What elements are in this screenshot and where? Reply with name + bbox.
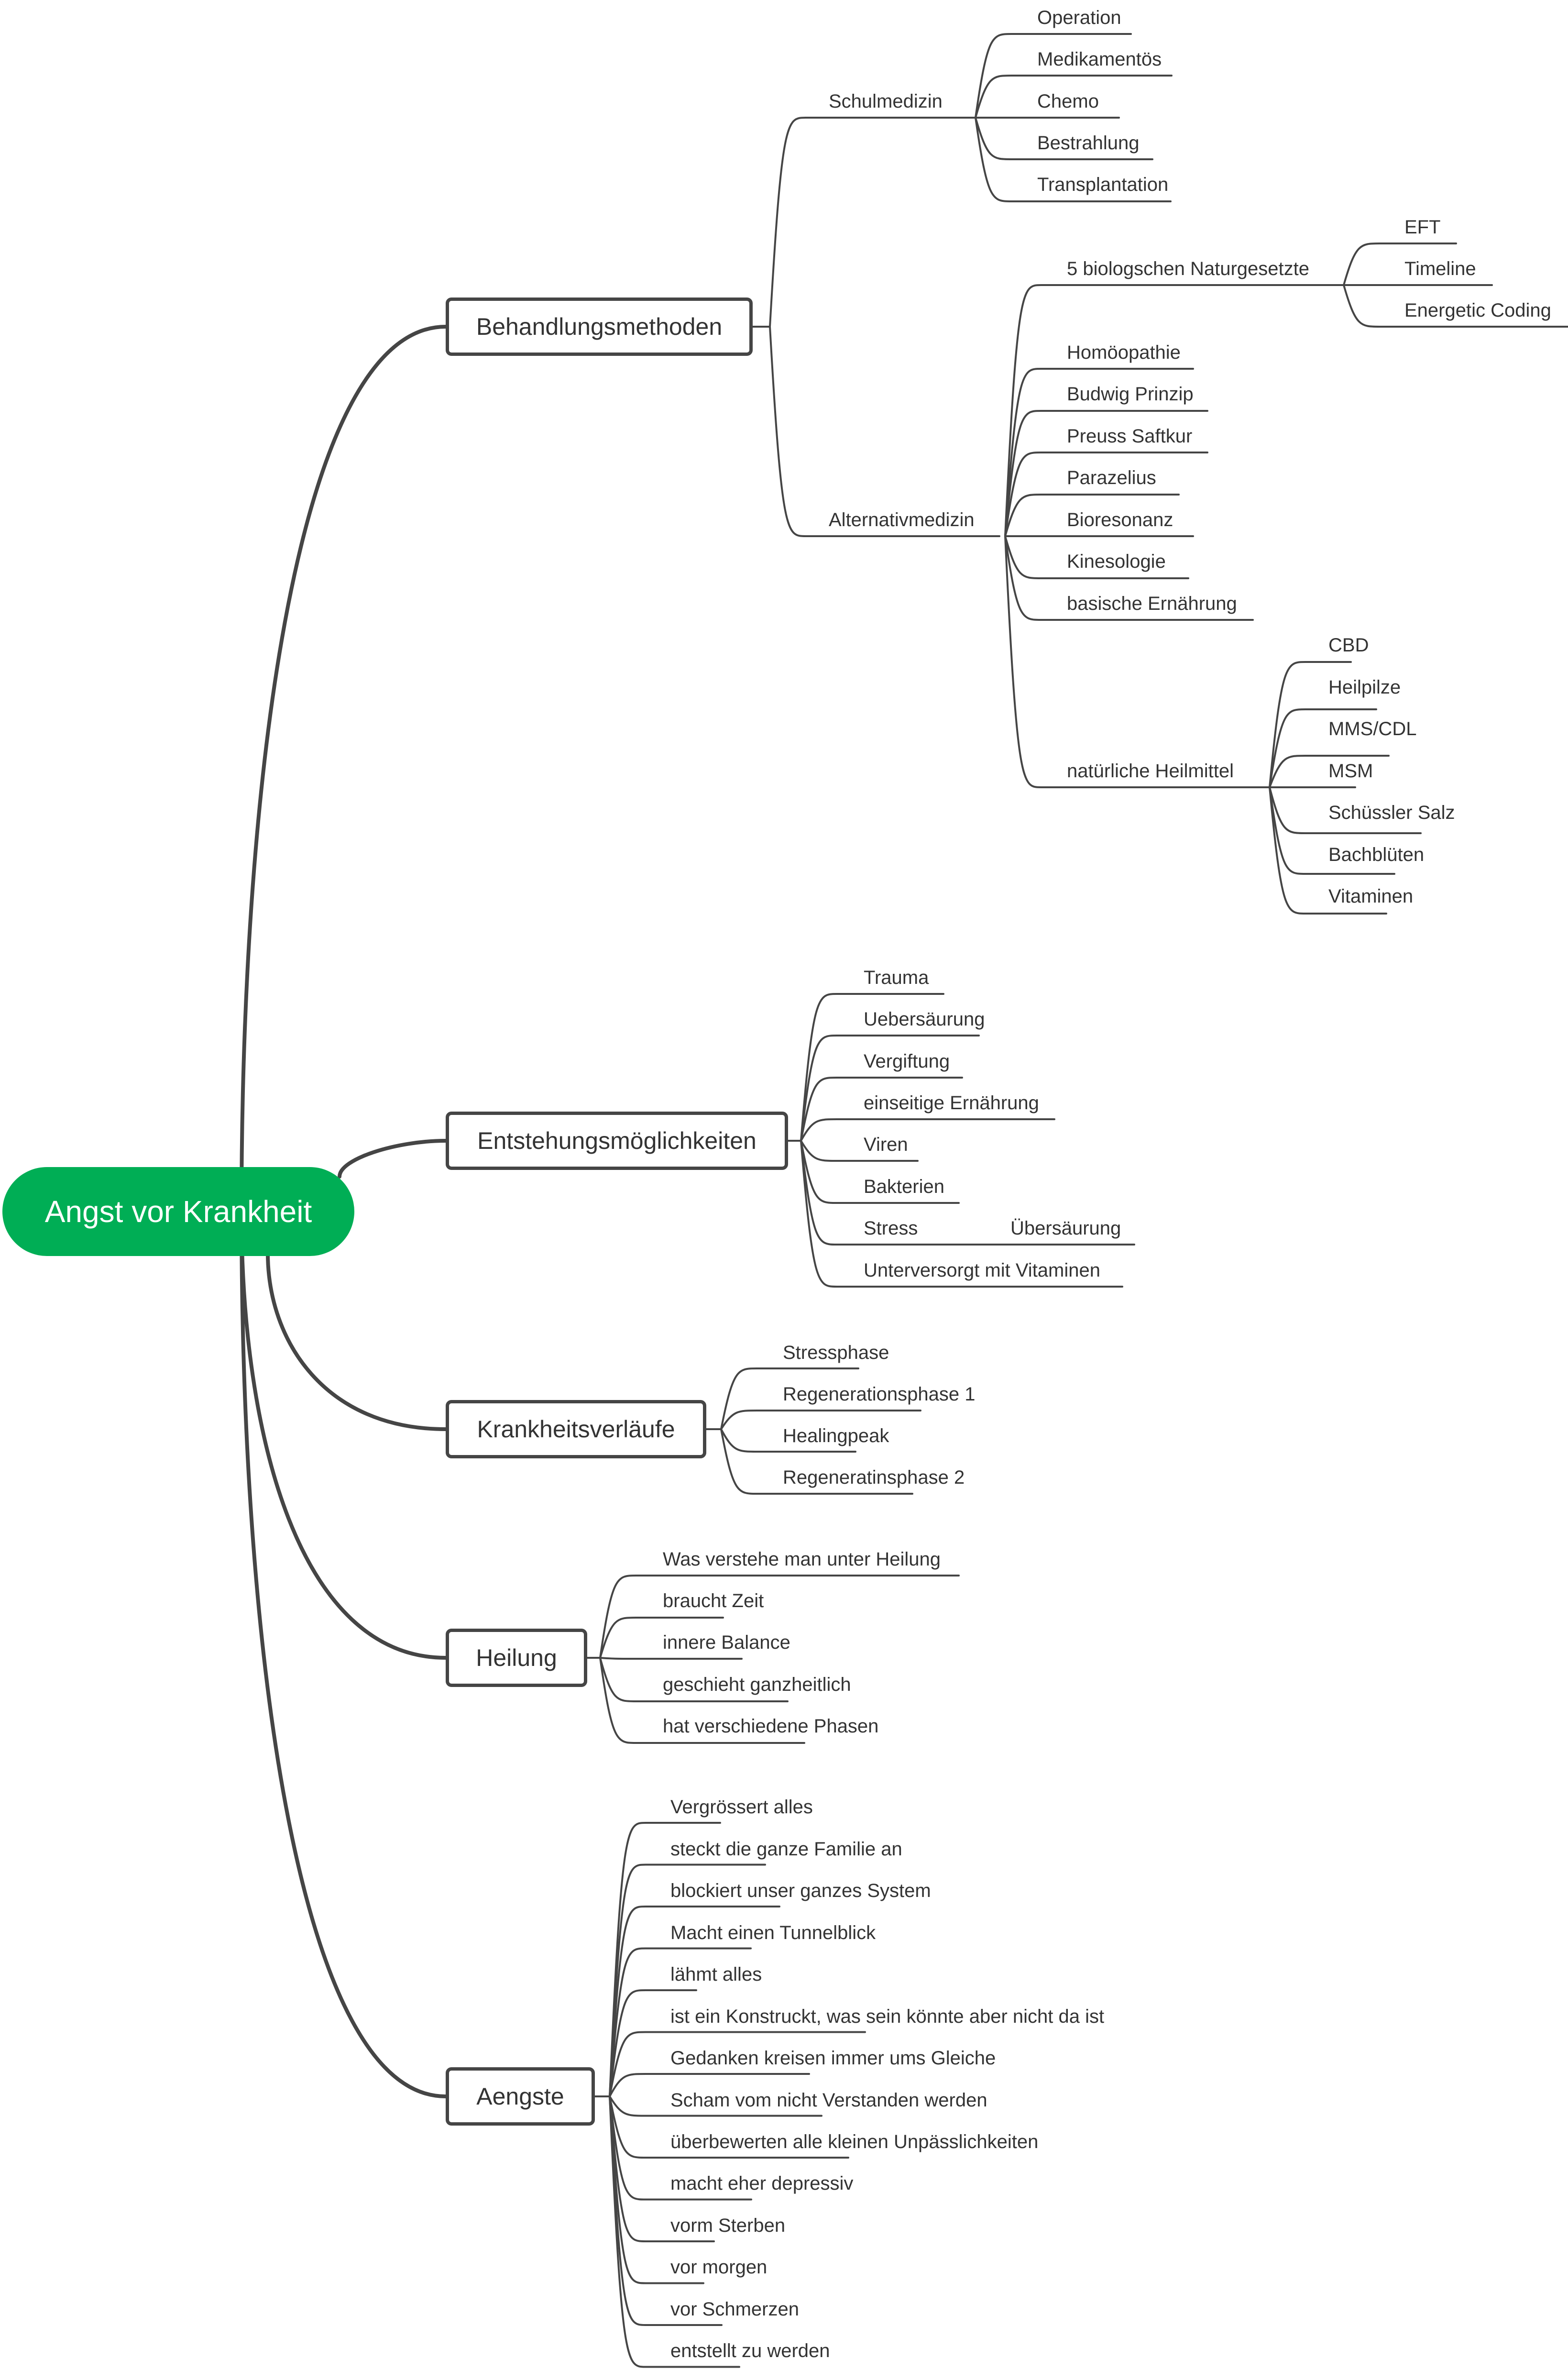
- leaf-vitaminen[interactable]: Vitaminen: [1328, 887, 1413, 906]
- leaf-aengste-5[interactable]: lähmt alles: [670, 1965, 762, 1984]
- leaf-bakterien[interactable]: Bakterien: [864, 1177, 944, 1196]
- link-entstehung-3: [800, 1118, 1055, 1142]
- leaf-eft[interactable]: EFT: [1404, 218, 1441, 237]
- topic-label: Behandlungsmethoden: [476, 313, 723, 340]
- root-topic[interactable]: Angst vor Krankheit: [2, 1167, 354, 1256]
- leaf-preuss-saftkur[interactable]: Preuss Saftkur: [1067, 427, 1192, 446]
- leaf-aengste-11[interactable]: vorm Sterben: [670, 2216, 785, 2235]
- leaf-aengste-2[interactable]: steckt die ganze Familie an: [670, 1840, 902, 1859]
- leaf-chemo[interactable]: Chemo: [1037, 92, 1099, 111]
- leaf-mms-cdl[interactable]: MMS/CDL: [1328, 719, 1416, 739]
- leaf-basische-ernaehrung[interactable]: basische Ernährung: [1067, 594, 1237, 613]
- leaf-msm[interactable]: MSM: [1328, 761, 1373, 781]
- leaf-parazelius[interactable]: Parazelius: [1067, 468, 1156, 487]
- leaf-uebersaeurung[interactable]: Uebersäurung: [864, 1010, 985, 1029]
- topic-label: Entstehungsmöglichkeiten: [477, 1127, 757, 1154]
- link-alternativ-8: [1004, 535, 1271, 788]
- link-root-heilung: [240, 1210, 448, 1660]
- leaf-energetic-coding[interactable]: Energetic Coding: [1404, 301, 1551, 320]
- leaf-innere-balance[interactable]: innere Balance: [663, 1633, 790, 1652]
- leaf-timeline[interactable]: Timeline: [1404, 259, 1476, 278]
- topic-krankheitsverlaeufe[interactable]: Krankheitsverläufe: [446, 1400, 706, 1458]
- leaf-aengste-1[interactable]: Vergrössert alles: [670, 1797, 813, 1817]
- leaf-operation[interactable]: Operation: [1037, 8, 1121, 27]
- topic-entstehungsmoeglichkeiten[interactable]: Entstehungsmöglichkeiten: [446, 1112, 788, 1170]
- mind-map-canvas: Angst vor Krankheit Behandlungsmethoden …: [0, 0, 1568, 2370]
- leaf-kinesologie[interactable]: Kinesologie: [1067, 552, 1166, 571]
- leaf-stress[interactable]: Stress: [864, 1219, 918, 1238]
- subtopic-alternativmedizin[interactable]: Alternativmedizin: [829, 510, 975, 529]
- link-aengste-12: [609, 2095, 723, 2326]
- topic-behandlungsmethoden[interactable]: Behandlungsmethoden: [446, 298, 753, 356]
- topic-heilung[interactable]: Heilung: [446, 1629, 587, 1687]
- link-root-entstehung: [338, 1139, 448, 1179]
- leaf-aengste-10[interactable]: macht eher depressiv: [670, 2174, 853, 2193]
- leaf-bestrahlung[interactable]: Bestrahlung: [1037, 133, 1139, 153]
- leaf-homoeopathie[interactable]: Homöopathie: [1067, 343, 1181, 362]
- leaf-regenerationsphase-2[interactable]: Regeneratinsphase 2: [783, 1468, 965, 1487]
- leaf-was-verstehe-man[interactable]: Was verstehe man unter Heilung: [663, 1550, 941, 1569]
- leaf-medikamentoes[interactable]: Medikamentös: [1037, 50, 1162, 69]
- topic-label: Aengste: [476, 2083, 564, 2110]
- subtopic-natuerliche-heilmittel[interactable]: natürliche Heilmittel: [1067, 761, 1234, 781]
- link-behandlung-0: [769, 117, 972, 328]
- leaf-braucht-zeit[interactable]: braucht Zeit: [663, 1591, 764, 1610]
- leaf-aengste-9[interactable]: überbewerten alle kleinen Unpässlichkeit…: [670, 2132, 1038, 2151]
- leaf-geschieht-ganzheitlich[interactable]: geschieht ganzheitlich: [663, 1675, 851, 1694]
- leaf-aengste-12[interactable]: vor morgen: [670, 2258, 767, 2277]
- leaf-healingpeak[interactable]: Healingpeak: [783, 1426, 889, 1445]
- leaf-vergiftung[interactable]: Vergiftung: [864, 1052, 950, 1071]
- leaf-verschiedene-phasen[interactable]: hat verschiedene Phasen: [663, 1717, 878, 1736]
- leaf-einseitige-ernaehrung[interactable]: einseitige Ernährung: [864, 1093, 1039, 1113]
- subtopic-5-biologischen-naturgesetze[interactable]: 5 biologschen Naturgesetzte: [1067, 259, 1309, 278]
- leaf-bioresonanz[interactable]: Bioresonanz: [1067, 510, 1173, 529]
- leaf-transplantation[interactable]: Transplantation: [1037, 175, 1168, 194]
- leaf-aengste-3[interactable]: blockiert unser ganzes System: [670, 1881, 931, 1900]
- leaf-schuessler-salz[interactable]: Schüssler Salz: [1328, 803, 1455, 822]
- leaf-unterversorgt-vitaminen[interactable]: Unterversorgt mit Vitaminen: [864, 1261, 1100, 1280]
- leaf-heilpilze[interactable]: Heilpilze: [1328, 678, 1401, 697]
- leaf-regenerationsphase-1[interactable]: Regenerationsphase 1: [783, 1385, 976, 1404]
- topic-label: Heilung: [476, 1644, 557, 1671]
- link-behandlung-1: [769, 326, 1000, 537]
- topic-label: Krankheitsverläufe: [477, 1416, 675, 1443]
- subtopic-schulmedizin[interactable]: Schulmedizin: [829, 92, 943, 111]
- leaf-bachblueten[interactable]: Bachblüten: [1328, 845, 1424, 864]
- leaf-trauma[interactable]: Trauma: [864, 968, 929, 987]
- leaf-cbd[interactable]: CBD: [1328, 636, 1369, 655]
- leaf-aengste-8[interactable]: Scham vom nicht Verstanden werden: [670, 2091, 987, 2110]
- leaf-aengste-14[interactable]: entstellt zu werden: [670, 2341, 830, 2360]
- leaf-stressphase[interactable]: Stressphase: [783, 1343, 889, 1362]
- link-root-behandlung: [240, 325, 448, 1213]
- leaf-aengste-6[interactable]: ist ein Konstruckt, was sein könnte aber…: [670, 2007, 1104, 2026]
- leaf-stress-uebersaeurung[interactable]: Übersäurung: [1010, 1219, 1121, 1238]
- topic-aengste[interactable]: Aengste: [446, 2067, 595, 2126]
- leaf-aengste-7[interactable]: Gedanken kreisen immer ums Gleiche: [670, 2049, 996, 2068]
- link-heilung-2: [599, 1657, 743, 1660]
- link-root-verlaeufe: [266, 1251, 448, 1431]
- leaf-aengste-13[interactable]: vor Schmerzen: [670, 2300, 799, 2319]
- leaf-budwig-prinzip[interactable]: Budwig Prinzip: [1067, 385, 1194, 404]
- leaf-aengste-4[interactable]: Macht einen Tunnelblick: [670, 1923, 876, 1942]
- root-topic-label: Angst vor Krankheit: [44, 1194, 312, 1229]
- leaf-viren[interactable]: Viren: [864, 1135, 908, 1154]
